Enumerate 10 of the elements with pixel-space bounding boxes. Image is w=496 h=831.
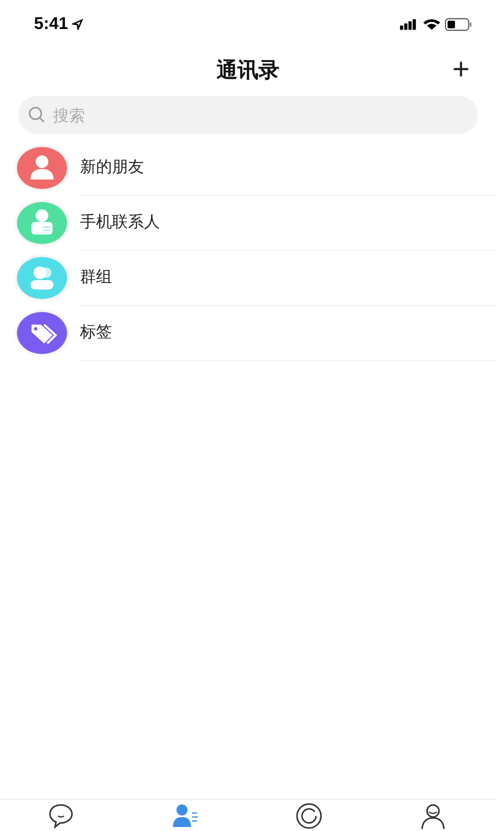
add-button[interactable]: +	[446, 55, 476, 85]
list-item[interactable]: 群组	[80, 250, 496, 306]
status-time: 5:41	[34, 14, 68, 34]
list-item[interactable]: 新的朋友	[80, 140, 496, 196]
page-title: 通讯录	[216, 57, 280, 84]
list-item[interactable]: 手机联系人	[80, 194, 496, 250]
location-arrow-icon	[72, 18, 84, 30]
list-item[interactable]: 标签	[80, 304, 496, 360]
search-field[interactable]: 搜索	[18, 96, 478, 134]
contacts-icon[interactable]	[171, 802, 201, 830]
